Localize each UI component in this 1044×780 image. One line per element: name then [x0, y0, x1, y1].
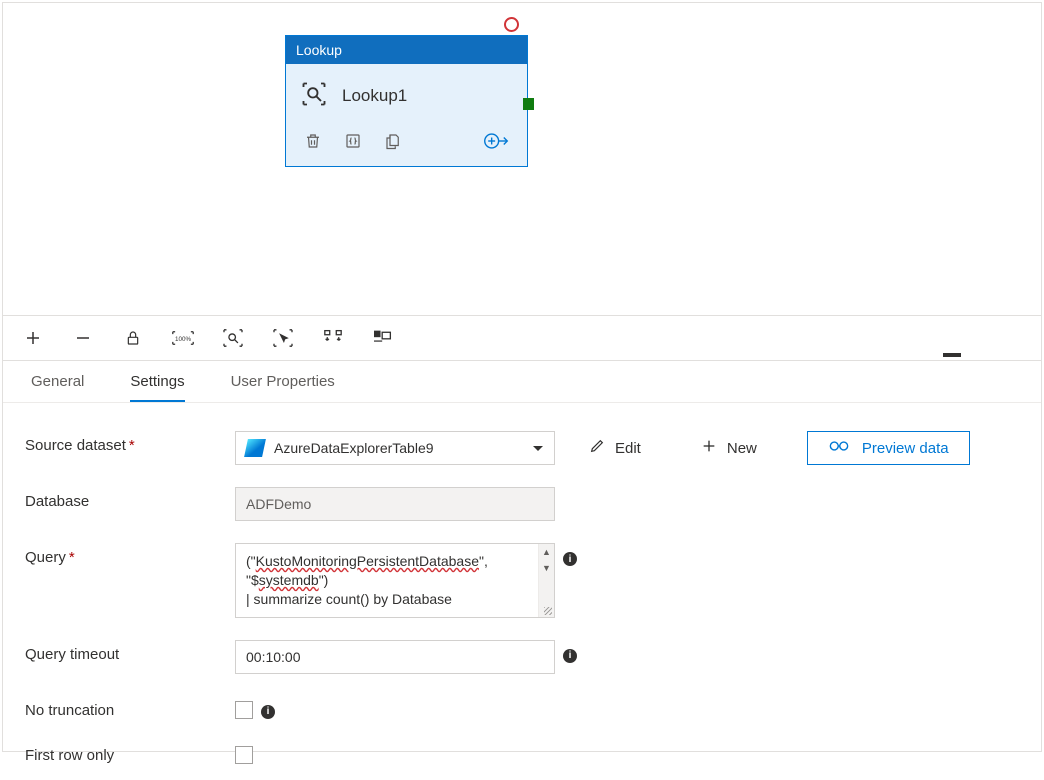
zoom-fit-icon[interactable] [221, 326, 245, 350]
canvas-toolbar: 100% [3, 315, 1041, 361]
query-textarea[interactable]: ("KustoMonitoringPersistentDatabase", "$… [235, 543, 555, 618]
chevron-down-icon [532, 440, 544, 456]
info-icon[interactable]: i [261, 705, 275, 719]
add-output-icon[interactable] [483, 131, 509, 154]
fullscreen-select-icon[interactable] [271, 326, 295, 350]
copy-icon[interactable] [384, 132, 402, 153]
navigator-icon[interactable] [371, 326, 395, 350]
node-body[interactable]: Lookup1 [286, 64, 527, 123]
preview-icon [828, 439, 850, 457]
node-type-label: Lookup [286, 36, 527, 64]
label-query: Query* [25, 543, 235, 566]
zoom-out-icon[interactable] [71, 326, 95, 350]
tab-settings[interactable]: Settings [130, 373, 184, 402]
node-actions [286, 123, 527, 166]
source-dataset-value: AzureDataExplorerTable9 [274, 440, 522, 456]
label-first-row-only: First row only [25, 741, 235, 764]
lookup-activity-node[interactable]: Lookup Lookup1 [285, 35, 528, 167]
edit-button[interactable]: Edit [579, 432, 651, 464]
label-source-dataset: Source dataset* [25, 431, 235, 454]
database-input [235, 487, 555, 521]
label-query-timeout: Query timeout [25, 640, 235, 663]
row-source-dataset: Source dataset* AzureDataExplorerTable9 … [25, 431, 1019, 465]
properties-tabs: General Settings User Properties [3, 361, 1041, 403]
svg-text:100%: 100% [175, 336, 191, 343]
app-container: Lookup Lookup1 [2, 2, 1042, 752]
info-icon[interactable]: i [563, 552, 577, 566]
dataset-actions: Edit New Preview data [579, 431, 970, 465]
zoom-in-icon[interactable] [21, 326, 45, 350]
info-icon[interactable]: i [563, 649, 577, 663]
scroll-up-icon[interactable]: ▲ [539, 544, 554, 560]
dataset-icon [244, 439, 266, 457]
row-database: Database [25, 487, 1019, 521]
settings-panel: Source dataset* AzureDataExplorerTable9 … [3, 403, 1041, 780]
panel-resize-handle[interactable] [943, 353, 961, 357]
label-database: Database [25, 487, 235, 510]
code-braces-icon[interactable] [344, 132, 362, 153]
preview-data-button[interactable]: Preview data [807, 431, 970, 465]
new-button[interactable]: New [691, 432, 767, 464]
lock-icon[interactable] [121, 326, 145, 350]
plus-icon [701, 438, 717, 458]
node-name: Lookup1 [342, 86, 407, 106]
auto-align-icon[interactable] [321, 326, 345, 350]
tab-general[interactable]: General [31, 373, 84, 402]
pencil-icon [589, 438, 605, 458]
query-scrollbar[interactable]: ▲ ▼ [538, 544, 554, 617]
source-dataset-dropdown[interactable]: AzureDataExplorerTable9 [235, 431, 555, 465]
zoom-100-icon[interactable]: 100% [171, 326, 195, 350]
resize-grip-icon[interactable] [539, 607, 554, 617]
delete-icon[interactable] [304, 132, 322, 153]
pipeline-canvas[interactable]: Lookup Lookup1 [3, 3, 1041, 315]
row-query-timeout: Query timeout i [25, 640, 1019, 674]
row-first-row-only: First row only [25, 741, 1019, 764]
label-no-truncation: No truncation [25, 696, 235, 719]
scroll-down-icon[interactable]: ▼ [539, 560, 554, 576]
row-no-truncation: No truncation i [25, 696, 1019, 719]
row-query: Query* ("KustoMonitoringPersistentDataba… [25, 543, 1019, 618]
query-text[interactable]: ("KustoMonitoringPersistentDatabase", "$… [236, 544, 538, 617]
query-timeout-input[interactable] [235, 640, 555, 674]
validation-circle-icon [504, 17, 519, 32]
no-truncation-checkbox[interactable] [235, 701, 253, 719]
tab-user-properties[interactable]: User Properties [231, 373, 335, 402]
node-output-port[interactable] [523, 98, 534, 110]
lookup-icon [300, 80, 328, 111]
